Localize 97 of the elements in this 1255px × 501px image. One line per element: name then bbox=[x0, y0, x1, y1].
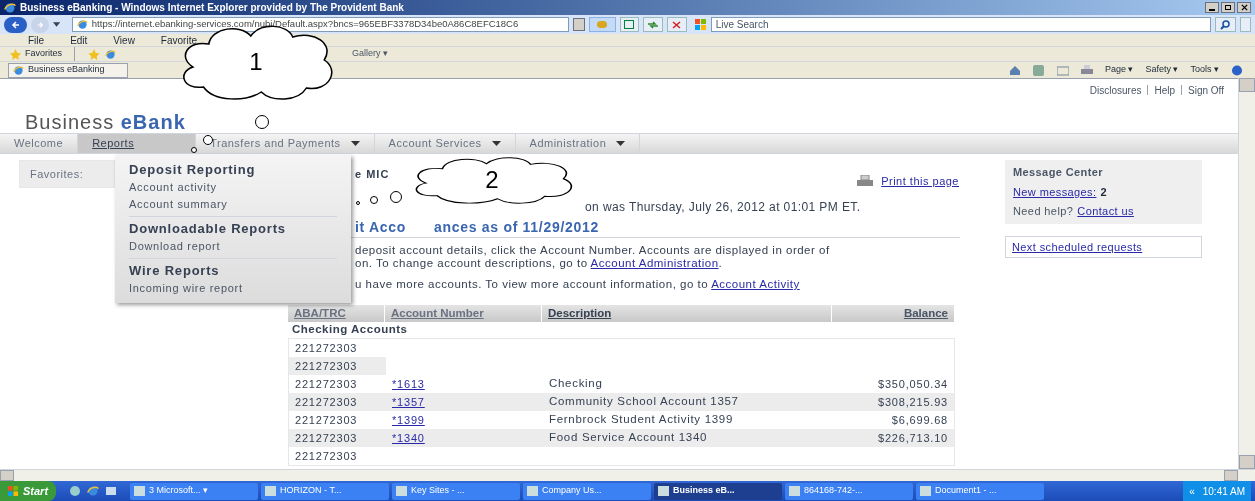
globe-icon bbox=[13, 64, 24, 76]
table-cell: Fernbrock Student Activity 1399 bbox=[549, 413, 734, 426]
help-text: Need help? bbox=[1013, 204, 1074, 219]
messages-link[interactable]: New messages: bbox=[1013, 183, 1097, 200]
message-count: 2 bbox=[1100, 184, 1107, 200]
taskbar-button[interactable]: Company Us... bbox=[523, 482, 652, 500]
menu-heading: Downloadable Reports bbox=[129, 220, 286, 238]
search-field[interactable]: Live Search bbox=[710, 17, 1211, 32]
windows-logo-icon bbox=[694, 19, 707, 30]
scheduled-link[interactable]: Next scheduled requests bbox=[1012, 240, 1143, 253]
section-heading: it Acco bbox=[355, 218, 407, 237]
instruction-text: u have more accounts. To view more account information, go to Account Activity bbox=[355, 278, 801, 291]
table-cell: 221272303 bbox=[289, 357, 386, 375]
refresh-icon[interactable] bbox=[643, 17, 663, 32]
menu-item[interactable]: Account summary bbox=[129, 196, 228, 213]
nav-tab[interactable]: Administration bbox=[515, 134, 641, 153]
table-cell: $226,713.10 bbox=[878, 431, 948, 444]
nav-tab[interactable]: Reports bbox=[78, 134, 197, 153]
close-button[interactable] bbox=[1237, 2, 1251, 13]
dropdown-button[interactable] bbox=[572, 18, 585, 31]
scrollbar[interactable] bbox=[1238, 78, 1255, 469]
browser-tab[interactable]: Business eBanking bbox=[8, 62, 128, 78]
printer-icon[interactable] bbox=[857, 175, 874, 187]
command-menu[interactable]: Page ▾ bbox=[1104, 63, 1134, 77]
taskbar-button[interactable]: Key Sites - ... bbox=[392, 482, 521, 500]
right-arrow-icon bbox=[35, 20, 44, 29]
menu-item[interactable]: Favorite bbox=[160, 32, 197, 48]
table-cell: Checking bbox=[549, 377, 603, 390]
horizontal-scrollbar[interactable] bbox=[0, 469, 1255, 481]
start-button[interactable]: Start bbox=[0, 481, 57, 501]
text-link[interactable]: Account Administration bbox=[590, 257, 719, 269]
menu-item[interactable]: Download report bbox=[129, 238, 221, 255]
clock-text: 10:41 AM bbox=[1202, 484, 1245, 499]
windows-logo-icon bbox=[8, 486, 19, 496]
window-icon[interactable] bbox=[105, 485, 118, 497]
menu-item[interactable]: Incoming wire report bbox=[129, 280, 243, 297]
header-link[interactable]: Disclosures bbox=[1089, 83, 1142, 98]
globe-icon bbox=[87, 485, 100, 497]
caret-icon[interactable] bbox=[52, 21, 60, 28]
globe-icon bbox=[105, 48, 116, 60]
menu-heading: Deposit Reporting bbox=[129, 161, 256, 179]
menu-item[interactable]: View bbox=[113, 32, 135, 48]
command-menu[interactable]: Tools ▾ bbox=[1190, 63, 1219, 77]
account-link[interactable]: *1613 bbox=[392, 377, 425, 390]
restore-button[interactable] bbox=[1221, 2, 1235, 13]
nav-tab[interactable]: Account Services bbox=[374, 134, 516, 153]
print-link[interactable]: Print this page bbox=[881, 172, 959, 190]
table-cell: Food Service Account 1340 bbox=[549, 431, 708, 444]
address-field[interactable]: https://internet.ebanking-services.com/nubi/Default.aspx?bncs=965EBF3378D34be0A86C8EFC18C6 bbox=[71, 17, 569, 32]
column-header[interactable]: Description bbox=[542, 305, 832, 322]
text-link[interactable]: Account Activity bbox=[711, 278, 800, 290]
web-slice-gallery-link[interactable]: Gallery ▾ bbox=[352, 47, 389, 61]
taskbar-button[interactable]: HORIZON - T... bbox=[261, 482, 390, 500]
search-icon bbox=[1220, 19, 1231, 30]
account-link[interactable]: *1399 bbox=[392, 413, 425, 426]
table-cell: $308,215.93 bbox=[878, 395, 948, 408]
globe-icon bbox=[4, 1, 16, 14]
taskbar-button[interactable]: Document1 - ... bbox=[916, 482, 1045, 500]
search-button[interactable] bbox=[1214, 17, 1237, 32]
menu-item[interactable]: Account activity bbox=[129, 179, 217, 196]
star-add-icon[interactable] bbox=[87, 48, 101, 60]
back-button[interactable] bbox=[4, 16, 28, 33]
favorites-panel: Favorites: bbox=[19, 160, 115, 188]
last-login-text: on was Thursday, July 26, 2012 at 01:01 PM ET. bbox=[585, 199, 861, 216]
callout-number: 1 bbox=[249, 47, 263, 77]
table-cell: $350,050.34 bbox=[878, 377, 948, 390]
account-link[interactable]: *1340 bbox=[392, 431, 425, 444]
globe-icon bbox=[76, 19, 88, 30]
welcome-text: e MIC bbox=[355, 166, 390, 182]
instruction-text: deposit account details, click the Account Number. Accounts are displayed in order of on. To change account descriptions, go to Account Administration. bbox=[355, 244, 831, 270]
minimize-button[interactable] bbox=[1205, 2, 1219, 13]
printer-icon[interactable] bbox=[1080, 64, 1093, 76]
callout-number: 2 bbox=[485, 165, 499, 195]
taskbar-button[interactable]: 864168-742-... bbox=[785, 482, 914, 500]
panel-title: Message Center bbox=[1013, 165, 1104, 180]
header-link[interactable]: Sign Off bbox=[1188, 83, 1224, 98]
table-cell: $6,699.68 bbox=[891, 413, 948, 426]
column-header[interactable]: Balance bbox=[832, 305, 955, 322]
left-arrow-icon bbox=[10, 19, 21, 30]
account-link[interactable]: *1357 bbox=[392, 395, 425, 408]
star-icon bbox=[10, 48, 21, 60]
window-title: Business eBanking - Windows Internet Explorer provided by The Provident Bank bbox=[20, 1, 404, 15]
menu-heading: Wire Reports bbox=[129, 262, 220, 280]
header-link[interactable]: Help bbox=[1154, 83, 1176, 98]
section-heading: ances as of 11/29/2012 bbox=[434, 218, 599, 237]
stop-icon[interactable] bbox=[666, 17, 687, 32]
taskbar-button[interactable]: Business eB... bbox=[654, 482, 783, 500]
favorites-button[interactable]: Favorites bbox=[10, 47, 75, 61]
table-cell: Community School Account 1357 bbox=[549, 395, 739, 408]
group-label: Checking Accounts bbox=[292, 322, 408, 338]
brand-title: Business eBank bbox=[25, 110, 186, 133]
menu-item[interactable]: File bbox=[28, 32, 45, 48]
menu-item[interactable]: Edit bbox=[70, 32, 88, 48]
command-menu[interactable]: Safety ▾ bbox=[1145, 63, 1179, 77]
contact-link[interactable]: Contact us bbox=[1077, 203, 1134, 220]
taskbar-button[interactable]: 3 Microsoft... ▾ bbox=[130, 482, 259, 500]
home-icon[interactable] bbox=[1008, 64, 1021, 76]
